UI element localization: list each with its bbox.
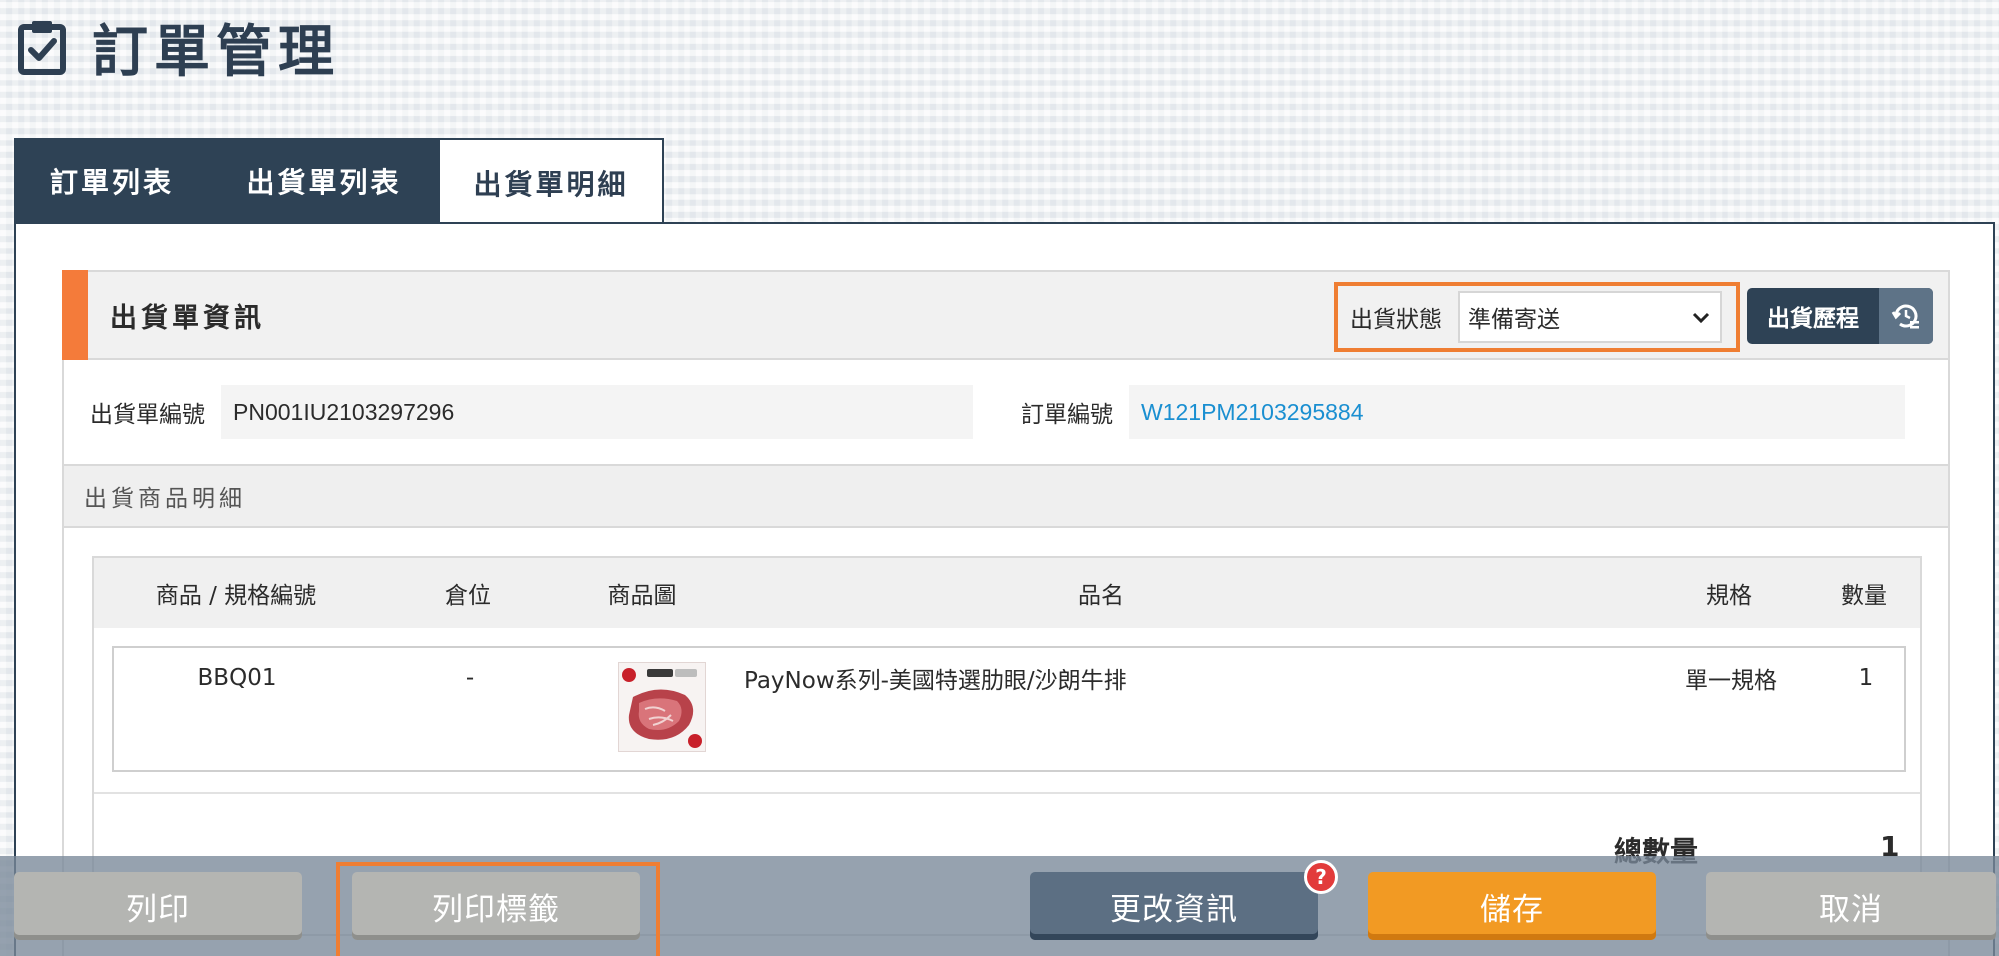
shipment-no-value: PN001IU2103297296 xyxy=(221,385,973,439)
print-button[interactable]: 列印 xyxy=(14,872,302,940)
order-no-link[interactable]: W121PM2103295884 xyxy=(1129,385,1905,439)
steak-product-image xyxy=(618,662,706,752)
tab-order-list[interactable]: 訂單列表 xyxy=(14,138,210,224)
table-row: BBQ01 - PayNow系列-美國特選肋眼/沙朗牛排 單一規格 1 xyxy=(112,646,1906,772)
col-name: 品名 xyxy=(1078,583,1124,609)
tab-shipment-detail[interactable]: 出貨單明細 xyxy=(438,138,664,226)
shipment-info-header: 出貨單資訊 出貨狀態 準備寄送 出貨歷程 xyxy=(62,270,1948,360)
section-title: 出貨單資訊 xyxy=(110,302,265,334)
shipment-history-button[interactable]: 出貨歷程 xyxy=(1747,288,1933,344)
help-icon[interactable]: ? xyxy=(1304,860,1338,894)
page-title: 訂單管理 xyxy=(92,19,340,85)
cell-location: - xyxy=(465,665,475,691)
cell-code: BBQ01 xyxy=(197,665,277,691)
shipment-status-select[interactable]: 準備寄送 xyxy=(1458,291,1722,343)
col-qty: 數量 xyxy=(1841,583,1887,609)
section-accent-bar xyxy=(62,270,88,360)
shipment-id-row: 出貨單編號 PN001IU2103297296 訂單編號 W121PM21032… xyxy=(64,360,1948,466)
main-panel: 出貨單資訊 出貨狀態 準備寄送 出貨歷程 出貨單編號 PN001IU210329… xyxy=(14,222,1995,956)
shipment-history-label: 出貨歷程 xyxy=(1767,306,1859,332)
table-header: 商品 / 規格編號 倉位 商品圖 品名 規格 數量 xyxy=(94,558,1920,628)
col-location: 倉位 xyxy=(445,583,491,609)
items-section-header: 出貨商品明細 xyxy=(64,466,1948,528)
tab-bar: 訂單列表 出貨單列表 出貨單明細 xyxy=(14,138,664,226)
cell-qty: 1 xyxy=(1858,665,1874,691)
tab-shipment-list[interactable]: 出貨單列表 xyxy=(210,138,438,224)
chevron-down-icon xyxy=(1692,304,1710,330)
action-bar: 列印 列印標籤 更改資訊 儲存 取消 xyxy=(0,856,1999,956)
table-divider xyxy=(94,792,1920,794)
cell-name: PayNow系列-美國特選肋眼/沙朗牛排 xyxy=(744,668,1127,694)
shipment-info-card: 出貨單資訊 出貨狀態 準備寄送 出貨歷程 出貨單編號 PN001IU210329… xyxy=(62,270,1950,956)
status-selected-value: 準備寄送 xyxy=(1468,307,1560,333)
history-list-icon xyxy=(1879,288,1933,344)
print-label-button[interactable]: 列印標籤 xyxy=(352,872,640,940)
order-no-label: 訂單編號 xyxy=(1021,402,1113,428)
col-spec: 規格 xyxy=(1706,583,1752,609)
cell-spec: 單一規格 xyxy=(1685,668,1777,694)
page-header: 訂單管理 xyxy=(14,12,340,85)
clipboard-check-icon xyxy=(14,16,70,78)
status-label: 出貨狀態 xyxy=(1350,307,1442,333)
edit-info-button[interactable]: 更改資訊 xyxy=(1030,872,1318,940)
col-image: 商品圖 xyxy=(607,583,677,609)
col-code: 商品 / 規格編號 xyxy=(155,583,317,609)
shipment-status-group: 出貨狀態 準備寄送 xyxy=(1334,282,1740,352)
save-button[interactable]: 儲存 xyxy=(1368,872,1656,940)
shipment-no-label: 出貨單編號 xyxy=(90,402,205,428)
cancel-button[interactable]: 取消 xyxy=(1706,872,1996,940)
